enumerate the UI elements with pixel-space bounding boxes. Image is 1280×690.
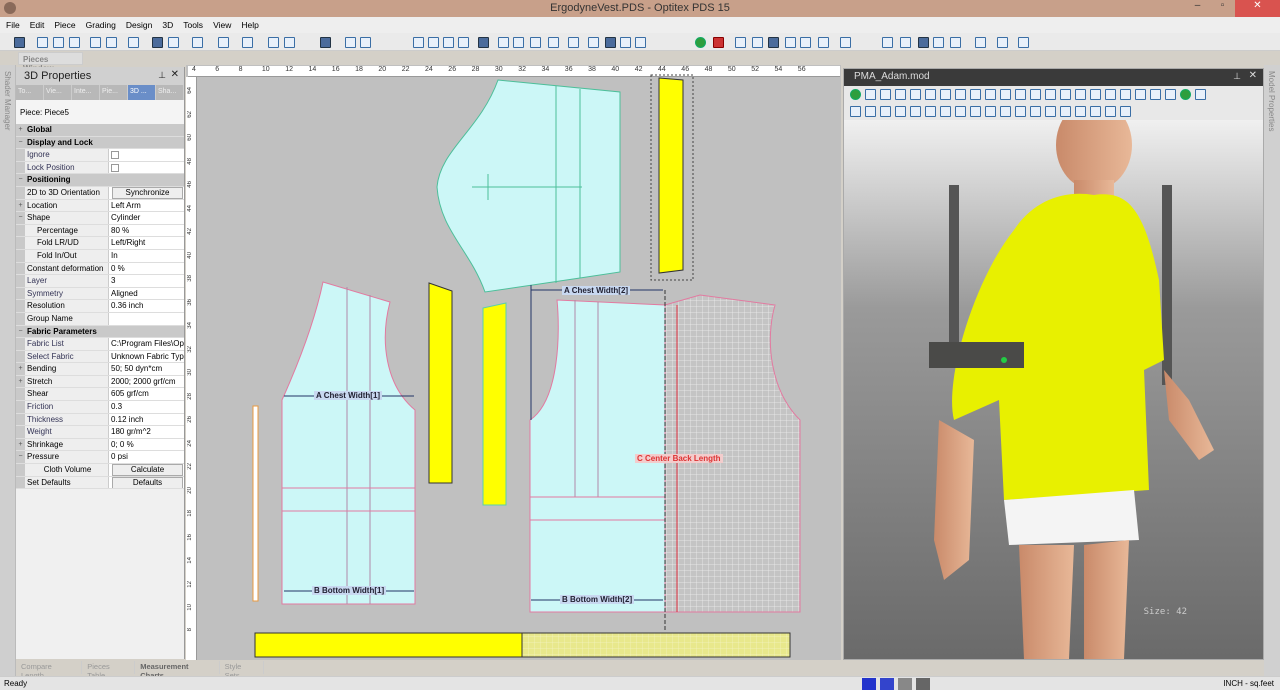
yellow-strip-piece-3[interactable] (482, 302, 507, 506)
size-label: Size: 42 (1143, 607, 1187, 617)
3d-toolbar-icon[interactable] (895, 89, 906, 100)
stand-pole (949, 185, 959, 365)
3d-toolbar-icon[interactable] (895, 106, 906, 117)
model-properties-strip[interactable]: Model Properties (1264, 65, 1280, 677)
3d-toolbar-icon[interactable] (1090, 89, 1101, 100)
status-icon (898, 678, 912, 690)
3d-toolbar-icon[interactable] (925, 89, 936, 100)
bottom-width-2-label[interactable]: B Bottom Width[2] (560, 595, 635, 604)
3d-toolbar-icon[interactable] (955, 106, 966, 117)
3d-toolbar-icon[interactable] (850, 89, 861, 100)
3d-toolbar-icon[interactable] (1030, 89, 1041, 100)
3d-toolbar-icon[interactable] (1090, 106, 1101, 117)
3d-toolbar-icon[interactable] (1075, 106, 1086, 117)
3d-toolbar-icon[interactable] (1105, 89, 1116, 100)
yellow-strip-piece[interactable] (658, 77, 684, 274)
status-ready: Ready (4, 679, 28, 688)
3d-toolbar-icon[interactable] (1000, 89, 1011, 100)
3d-toolbar-icon[interactable] (850, 106, 861, 117)
3d-toolbar-icon[interactable] (970, 89, 981, 100)
waistband-mirror[interactable] (521, 632, 791, 658)
pin-icon[interactable]: ⊥ (1233, 71, 1241, 82)
3d-toolbar-icon[interactable] (1000, 106, 1011, 117)
3d-toolbar-icon[interactable] (910, 89, 921, 100)
close-3d-icon[interactable]: ✕ (1249, 70, 1257, 81)
3d-toolbar-icon[interactable] (970, 106, 981, 117)
3d-toolbar-icon[interactable] (1045, 106, 1056, 117)
3d-toolbar-icon[interactable] (925, 106, 936, 117)
3d-toolbar-icon[interactable] (1060, 89, 1071, 100)
3d-toolbar-icon[interactable] (940, 89, 951, 100)
3d-toolbar-icon[interactable] (1060, 106, 1071, 117)
3d-toolbar-icon[interactable] (1165, 89, 1176, 100)
3d-toolbar-icon[interactable] (1120, 89, 1131, 100)
3d-toolbar (844, 86, 1263, 120)
3d-toolbar-icon[interactable] (1105, 106, 1116, 117)
status-icon (880, 678, 894, 690)
arm-band[interactable] (929, 342, 1024, 368)
3d-toolbar-icon[interactable] (1045, 89, 1056, 100)
front-piece[interactable] (281, 281, 416, 605)
3d-toolbar-icon[interactable] (1015, 106, 1026, 117)
3d-toolbar-icon[interactable] (910, 106, 921, 117)
3d-toolbar-icon[interactable] (955, 89, 966, 100)
status-bar: Ready INCH - sq.feet (0, 676, 1280, 690)
status-units: INCH - sq.feet (1223, 679, 1274, 688)
3d-toolbar-icon[interactable] (1180, 89, 1191, 100)
chest-width-2-label[interactable]: A Chest Width[2] (562, 286, 631, 295)
3d-toolbar-icon[interactable] (1195, 89, 1206, 100)
model-properties-label: Model Properties (1267, 71, 1276, 132)
bottom-width-1-label[interactable]: B Bottom Width[1] (312, 586, 387, 595)
3d-toolbar-icon[interactable] (1120, 106, 1131, 117)
3d-toolbar-icon[interactable] (1135, 89, 1146, 100)
3d-toolbar-icon[interactable] (985, 106, 996, 117)
chest-width-1-label[interactable]: A Chest Width[1] (314, 391, 383, 400)
3d-toolbar-icon[interactable] (1015, 89, 1026, 100)
3d-viewport[interactable] (844, 120, 1263, 659)
3d-view-header: PMA_Adam.mod ⊥ ✕ (844, 69, 1263, 86)
3d-toolbar-icon[interactable] (1030, 106, 1041, 117)
3d-toolbar-icon[interactable] (865, 106, 876, 117)
3d-view-window: PMA_Adam.mod ⊥ ✕ Size: 42 (843, 68, 1264, 660)
waistband-piece[interactable] (254, 632, 523, 658)
3d-toolbar-icon[interactable] (940, 106, 951, 117)
yellow-strip-piece-2[interactable] (428, 282, 453, 484)
3d-toolbar-icon[interactable] (880, 106, 891, 117)
sleeve-piece[interactable] (436, 79, 621, 293)
orange-marker[interactable] (252, 405, 259, 602)
status-icon (916, 678, 930, 690)
status-icon (862, 678, 876, 690)
3d-view-title: PMA_Adam.mod (854, 71, 930, 82)
3d-toolbar-icon[interactable] (1150, 89, 1161, 100)
3d-toolbar-icon[interactable] (865, 89, 876, 100)
3d-toolbar-icon[interactable] (1075, 89, 1086, 100)
3d-toolbar-icon[interactable] (880, 89, 891, 100)
3d-toolbar-icon[interactable] (985, 89, 996, 100)
center-back-length-label[interactable]: C Center Back Length (635, 454, 723, 463)
